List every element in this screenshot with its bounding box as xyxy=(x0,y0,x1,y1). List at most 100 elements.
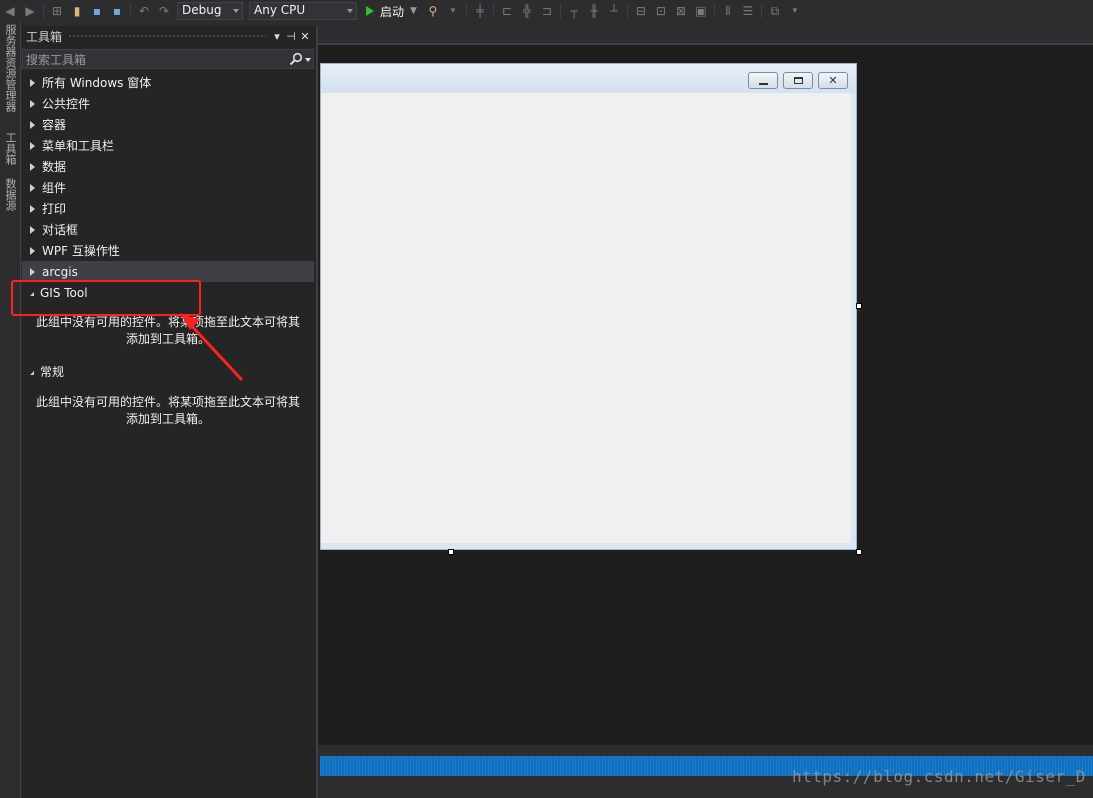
toolbar-separator xyxy=(130,4,131,18)
toolbar-options-icon[interactable]: ▾ xyxy=(788,4,802,18)
resize-handle-right[interactable] xyxy=(856,303,862,309)
solution-config-dropdown[interactable]: Debug xyxy=(177,2,243,20)
category-label: 公共控件 xyxy=(42,97,91,111)
category-wpf-interop[interactable]: WPF 互操作性 xyxy=(22,240,314,261)
toolbox-category-list: 所有 Windows 窗体 公共控件 容器 菜单和工具栏 数据 组件 打印 对话… xyxy=(22,72,314,428)
maximize-icon xyxy=(793,77,803,84)
align-bottom-icon[interactable]: ┴ xyxy=(607,4,621,18)
make-same-size-icon[interactable]: ▣ xyxy=(694,4,708,18)
category-label: 组件 xyxy=(42,181,67,195)
open-file-icon[interactable]: ▮ xyxy=(70,4,84,18)
toolbar-options-icon[interactable]: ▾ xyxy=(446,4,460,18)
close-button[interactable]: ✕ xyxy=(818,72,848,89)
ide-window: ◀ ▶ ⊞ ▮ ▪ ▪ ↶ ↷ Debug Any CPU 启动 ▼ ⚲ ▾ ╪… xyxy=(0,0,1093,798)
new-project-icon[interactable]: ⊞ xyxy=(50,4,64,18)
category-menus-toolbars[interactable]: 菜单和工具栏 xyxy=(22,135,314,156)
expand-arrow-icon xyxy=(30,267,35,276)
toolbox-header: 工具箱 ▾ ⊣ ✕ xyxy=(22,26,316,46)
toolbar-separator xyxy=(492,4,494,18)
expand-arrow-icon xyxy=(30,78,35,87)
panel-splitter[interactable] xyxy=(316,26,318,798)
main-toolbar: ◀ ▶ ⊞ ▮ ▪ ▪ ↶ ↷ Debug Any CPU 启动 ▼ ⚲ ▾ ╪… xyxy=(0,0,1093,22)
resize-handle-corner[interactable] xyxy=(856,549,862,555)
expand-arrow-icon xyxy=(30,120,35,129)
resize-handle-bottom[interactable] xyxy=(448,549,454,555)
category-containers[interactable]: 容器 xyxy=(22,114,314,135)
window-position-dropdown-icon[interactable]: ▾ xyxy=(270,30,284,43)
search-options-chevron-icon[interactable] xyxy=(305,58,311,62)
expand-arrow-icon xyxy=(30,141,35,150)
category-label: 所有 Windows 窗体 xyxy=(42,76,152,90)
solution-config-value: Debug xyxy=(182,3,222,17)
horizontal-spacing-icon[interactable]: ⫴ xyxy=(721,4,735,18)
start-button[interactable]: 启动 ▼ xyxy=(366,3,417,20)
toolbox-search-input[interactable] xyxy=(26,52,276,67)
save-icon[interactable]: ▪ xyxy=(90,4,104,18)
toolbar-separator xyxy=(465,4,467,18)
solution-platform-dropdown[interactable]: Any CPU xyxy=(249,2,357,20)
pin-icon[interactable]: ⊣ xyxy=(284,30,298,43)
category-label: 菜单和工具栏 xyxy=(42,139,115,153)
align-center-icon[interactable]: ╬ xyxy=(520,4,534,18)
chevron-down-icon xyxy=(233,9,239,13)
toolbar-separator xyxy=(559,4,561,18)
toolbox-search-box xyxy=(22,49,314,69)
start-button-label: 启动 xyxy=(380,4,405,19)
size-to-grid-icon[interactable]: ⊠ xyxy=(674,4,688,18)
chevron-down-icon[interactable]: ▼ xyxy=(410,6,417,16)
expand-arrow-icon xyxy=(30,204,35,213)
category-arcgis[interactable]: arcgis xyxy=(22,261,314,282)
category-printing[interactable]: 打印 xyxy=(22,198,314,219)
search-icon[interactable] xyxy=(289,52,303,66)
maximize-button[interactable] xyxy=(783,72,813,89)
navigate-back-icon[interactable]: ◀ xyxy=(3,4,17,18)
make-same-width-icon[interactable]: ⊟ xyxy=(634,4,648,18)
form-title-bar: ✕ xyxy=(321,64,856,93)
category-data[interactable]: 数据 xyxy=(22,156,314,177)
save-all-icon[interactable]: ▪ xyxy=(110,4,124,18)
align-right-icon[interactable]: ⊐ xyxy=(540,4,554,18)
category-all-windows-forms[interactable]: 所有 Windows 窗体 xyxy=(22,72,314,93)
data-sources-tab[interactable]: 数据源 xyxy=(3,178,17,211)
expand-arrow-icon xyxy=(30,183,35,192)
expand-arrow-icon xyxy=(30,99,35,108)
find-icon[interactable]: ⚲ xyxy=(426,4,440,18)
make-same-height-icon[interactable]: ⊡ xyxy=(654,4,668,18)
vertical-spacing-icon[interactable]: ☰ xyxy=(741,4,755,18)
category-label: 数据 xyxy=(42,160,67,174)
undo-icon[interactable]: ↶ xyxy=(137,4,151,18)
category-common-controls[interactable]: 公共控件 xyxy=(22,93,314,114)
category-general[interactable]: 常规 xyxy=(22,361,314,382)
category-label: 打印 xyxy=(42,202,67,216)
bring-to-front-icon[interactable]: ⧉ xyxy=(768,4,782,18)
drag-grip[interactable] xyxy=(68,33,266,39)
category-label: 对话框 xyxy=(42,223,79,237)
toolbar-separator xyxy=(760,4,762,18)
align-top-icon[interactable]: ┬ xyxy=(567,4,581,18)
align-to-grid-icon[interactable]: ╪ xyxy=(473,4,487,18)
align-left-icon[interactable]: ⊏ xyxy=(500,4,514,18)
play-icon xyxy=(366,6,374,16)
toolbox-panel: 工具箱 ▾ ⊣ ✕ 所有 Windows 窗体 公共控件 xyxy=(22,26,316,798)
minimize-icon xyxy=(758,82,768,85)
toolbox-tab[interactable]: 工具箱 xyxy=(3,132,17,165)
design-form[interactable]: ✕ xyxy=(320,63,857,550)
gis-tool-empty-message[interactable]: 此组中没有可用的控件。将某项拖至此文本可将其添加到工具箱。 xyxy=(22,314,314,348)
category-label: 容器 xyxy=(42,118,67,132)
expand-arrow-icon xyxy=(30,225,35,234)
category-components[interactable]: 组件 xyxy=(22,177,314,198)
close-panel-icon[interactable]: ✕ xyxy=(298,30,312,43)
solution-platform-value: Any CPU xyxy=(254,3,306,17)
general-empty-message[interactable]: 此组中没有可用的控件。将某项拖至此文本可将其添加到工具箱。 xyxy=(22,394,314,428)
server-explorer-tab[interactable]: 服务器资源管理器 xyxy=(3,24,17,112)
redo-icon[interactable]: ↷ xyxy=(157,4,171,18)
align-middle-icon[interactable]: ╫ xyxy=(587,4,601,18)
category-dialogs[interactable]: 对话框 xyxy=(22,219,314,240)
expand-arrow-icon xyxy=(30,246,35,255)
minimize-button[interactable] xyxy=(748,72,778,89)
navigate-forward-icon[interactable]: ▶ xyxy=(23,4,37,18)
form-client-area[interactable] xyxy=(321,93,851,543)
toolbar-separator xyxy=(626,4,628,18)
